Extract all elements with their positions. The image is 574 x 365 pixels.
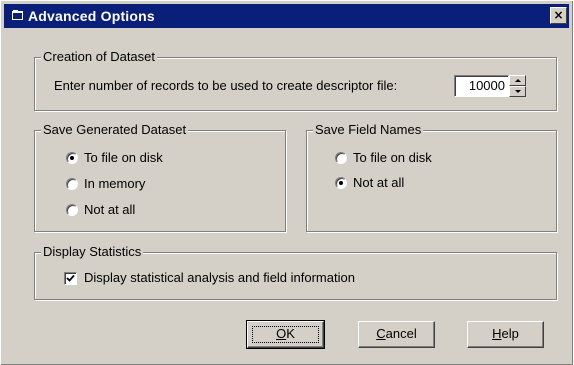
display-stats-checkbox[interactable] (64, 272, 77, 285)
radio-label: In memory (84, 176, 146, 191)
title-bar[interactable]: Advanced Options × (4, 4, 569, 28)
creation-of-dataset-group: Creation of Dataset Enter number of reco… (34, 49, 557, 111)
close-button[interactable]: × (550, 7, 567, 24)
help-mnemonic: H (492, 326, 502, 341)
spin-up-button[interactable] (509, 75, 526, 86)
save-field-names-group: Save Field Names To file on disk Not at … (306, 122, 557, 232)
radio-label: To file on disk (353, 150, 432, 165)
spin-down-button[interactable] (509, 86, 526, 97)
radio-button-selected[interactable] (335, 177, 347, 189)
arrow-up-icon (515, 79, 521, 82)
focus-rect (252, 326, 319, 343)
ok-button[interactable]: OK (246, 320, 325, 349)
save-field-names-label: Save Field Names (313, 122, 424, 138)
dialog-icon (12, 10, 23, 20)
radio-label: To file on disk (84, 150, 163, 165)
advanced-options-dialog: Advanced Options × Creation of Dataset E… (0, 0, 573, 365)
save-generated-dataset-label: Save Generated Dataset (41, 122, 189, 138)
help-button[interactable]: Help (467, 321, 544, 348)
radio-button[interactable] (66, 204, 78, 216)
help-label: elp (501, 326, 519, 341)
save-generated-dataset-group: Save Generated Dataset To file on disk I… (34, 122, 286, 232)
radio-button[interactable] (335, 152, 347, 164)
checkbox-label: Display statistical analysis and field i… (84, 270, 355, 285)
records-prompt: Enter number of records to be used to cr… (54, 78, 398, 93)
cancel-mnemonic: C (376, 326, 386, 341)
records-spinner (509, 75, 526, 97)
dialog-title: Advanced Options (28, 8, 155, 24)
creation-of-dataset-label: Creation of Dataset (41, 49, 158, 65)
display-statistics-group: Display Statistics Display statistical a… (34, 244, 557, 300)
cancel-button[interactable]: Cancel (358, 321, 435, 348)
radio-label: Not at all (353, 175, 405, 190)
radio-button-selected[interactable] (66, 152, 78, 164)
records-count-input[interactable]: 10000 (454, 75, 509, 97)
cancel-label: ancel (385, 326, 417, 341)
arrow-down-icon (515, 90, 521, 93)
display-statistics-label: Display Statistics (41, 244, 144, 260)
close-icon: × (553, 8, 564, 22)
radio-label: Not at all (84, 202, 136, 217)
radio-button[interactable] (66, 178, 78, 190)
checkmark-icon (66, 274, 75, 282)
